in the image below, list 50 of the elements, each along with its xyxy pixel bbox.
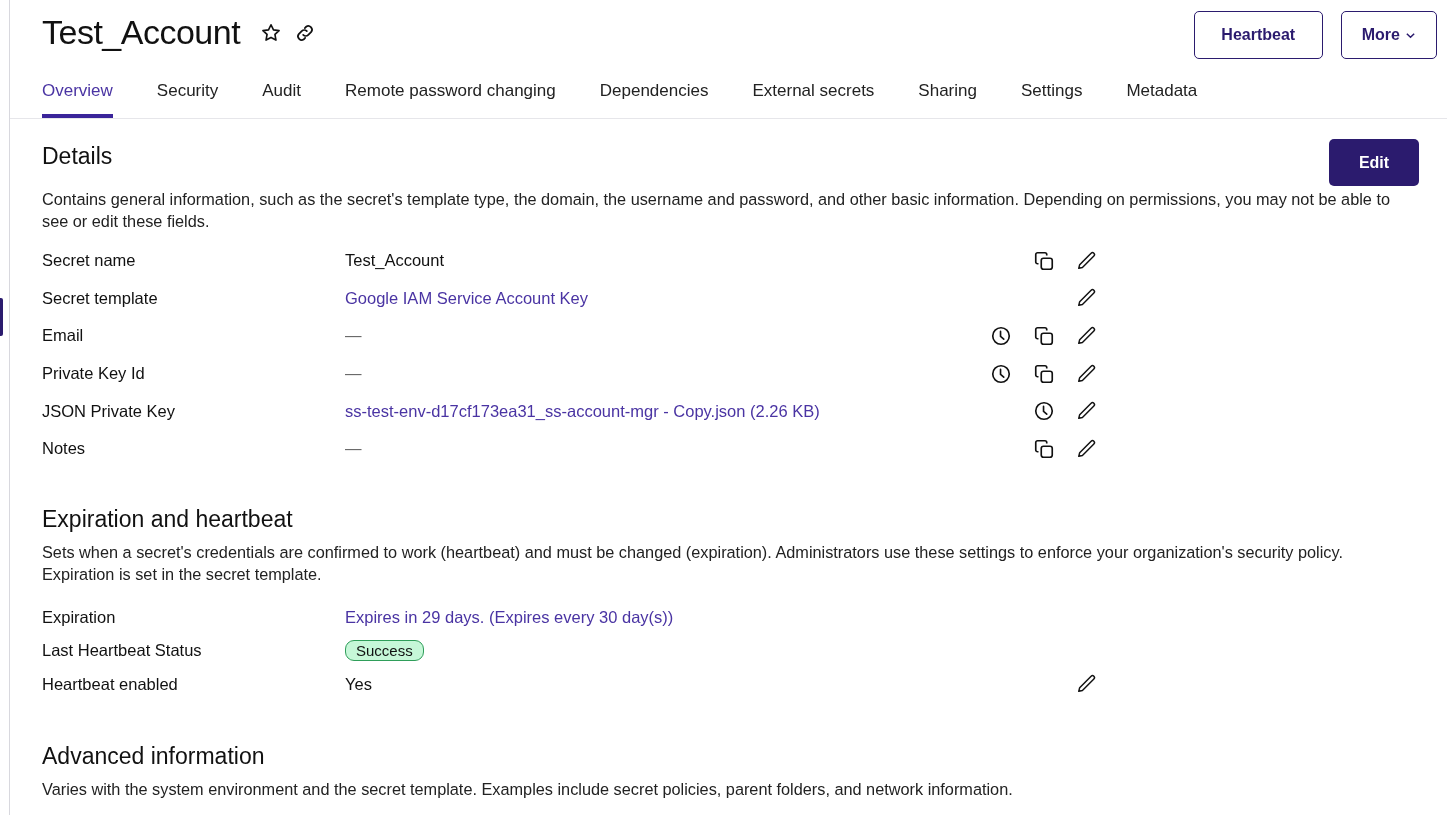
field-label: Notes xyxy=(42,439,87,459)
field-label: Secret template xyxy=(42,288,159,308)
field-value: Yes xyxy=(345,674,373,694)
page-title: Test_Account xyxy=(42,13,241,52)
field-link[interactable]: Expires in 29 days. (Expires every 30 day(s)) xyxy=(345,607,1098,627)
field-label: JSON Private Key xyxy=(42,401,176,421)
edit-button[interactable]: Edit xyxy=(1329,139,1419,186)
field-label: Heartbeat enabled xyxy=(42,674,179,694)
pencil-icon[interactable] xyxy=(1076,325,1098,347)
clock-icon[interactable] xyxy=(990,362,1012,385)
tab[interactable]: Dependencies xyxy=(599,65,709,118)
copy-icon[interactable] xyxy=(1033,325,1055,347)
section-description: Contains general information, such as the secret's template type, the domain, the username and password, and other basic information. Depending on permissions, you may not be able to see or edit these fields. xyxy=(42,189,1391,232)
copy-icon[interactable] xyxy=(1033,362,1055,385)
clock-icon[interactable] xyxy=(990,325,1012,347)
field-label: Expiration xyxy=(42,607,117,627)
field-value: — xyxy=(345,326,363,346)
tab[interactable]: Security xyxy=(156,65,219,118)
copy-icon[interactable] xyxy=(1033,249,1055,272)
field-label: Email xyxy=(42,326,85,346)
tab[interactable]: External secrets xyxy=(752,65,875,118)
more-dropdown-button[interactable]: More xyxy=(1340,11,1437,59)
pencil-icon[interactable] xyxy=(1076,362,1098,385)
field-link[interactable]: Google IAM Service Account Key xyxy=(345,288,1076,308)
field-value: — xyxy=(345,364,363,384)
tab[interactable]: Sharing xyxy=(918,65,977,118)
field-label: Secret name xyxy=(42,251,137,271)
tab[interactable]: Settings xyxy=(1020,65,1083,118)
status-badge: Success xyxy=(345,640,424,662)
clock-icon[interactable] xyxy=(1033,400,1055,423)
tab[interactable]: Metadata xyxy=(1126,65,1198,118)
field-label: Private Key Id xyxy=(42,364,146,384)
field-value: — xyxy=(345,439,363,459)
section-heading: Expiration and heartbeat xyxy=(42,505,294,533)
star-icon[interactable] xyxy=(260,21,283,44)
tab[interactable]: Audit xyxy=(262,65,302,118)
section-heading: Details xyxy=(42,143,113,170)
section-description: Sets when a secret's credentials are confirmed to work (heartbeat) and must be changed (expiration). Administrators use these settings to enforce your organization's security policy. Expiration is set in the secret template. xyxy=(42,541,1344,585)
scroll-marker xyxy=(0,298,3,336)
field-label: Last Heartbeat Status xyxy=(42,641,203,661)
section-heading: Advanced information xyxy=(42,743,266,771)
copy-icon[interactable] xyxy=(1033,437,1055,460)
tab[interactable]: Overview xyxy=(42,65,113,118)
field-link[interactable]: ss-test-env-d17cf173ea31_ss-account-mgr - Copy.json (2.26 KB) xyxy=(345,401,1033,421)
pencil-icon[interactable] xyxy=(1076,249,1098,272)
field-value: Test_Account xyxy=(345,251,446,271)
section-description: Varies with the system environment and the secret template. Examples include secret policies, parent folders, and network information. xyxy=(42,779,1014,801)
tab[interactable]: Remote password changing xyxy=(345,65,556,118)
pencil-icon[interactable] xyxy=(1076,437,1098,460)
heartbeat-button[interactable]: Heartbeat xyxy=(1193,11,1323,59)
